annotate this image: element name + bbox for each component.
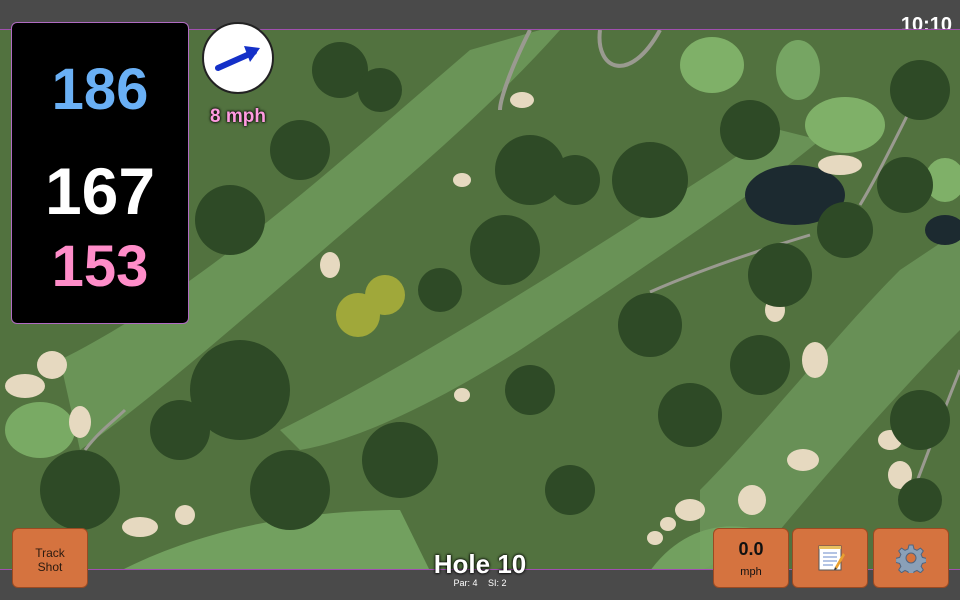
track-shot-button[interactable]: Track Shot xyxy=(12,528,88,588)
notepad-icon xyxy=(818,545,845,571)
track-shot-label-line2: Shot xyxy=(37,560,63,574)
hole-par: Par: 4 xyxy=(453,578,478,588)
settings-button[interactable] xyxy=(873,528,949,588)
wind-direction-arrow-icon xyxy=(215,46,260,71)
track-shot-label-line1: Track xyxy=(35,546,65,560)
distance-front: 153 xyxy=(51,234,149,299)
notes-button[interactable] xyxy=(792,528,868,588)
speed-value: 0.0 xyxy=(738,539,764,559)
hole-stroke-index: SI: 2 xyxy=(488,578,507,588)
wind-speed-label: 8 mph xyxy=(210,106,266,127)
hole-title: Hole 10 xyxy=(433,549,527,579)
distance-middle: 167 xyxy=(44,154,156,228)
hole-meta: Par: 4 SI: 2 xyxy=(380,578,580,588)
distance-panel: 186 167 153 xyxy=(11,22,189,324)
gear-icon xyxy=(896,544,926,573)
speed-button[interactable]: 0.0 mph xyxy=(713,528,789,588)
speed-unit: mph xyxy=(740,566,762,578)
distance-back: 186 xyxy=(51,57,149,122)
wind-direction-indicator xyxy=(202,22,274,94)
